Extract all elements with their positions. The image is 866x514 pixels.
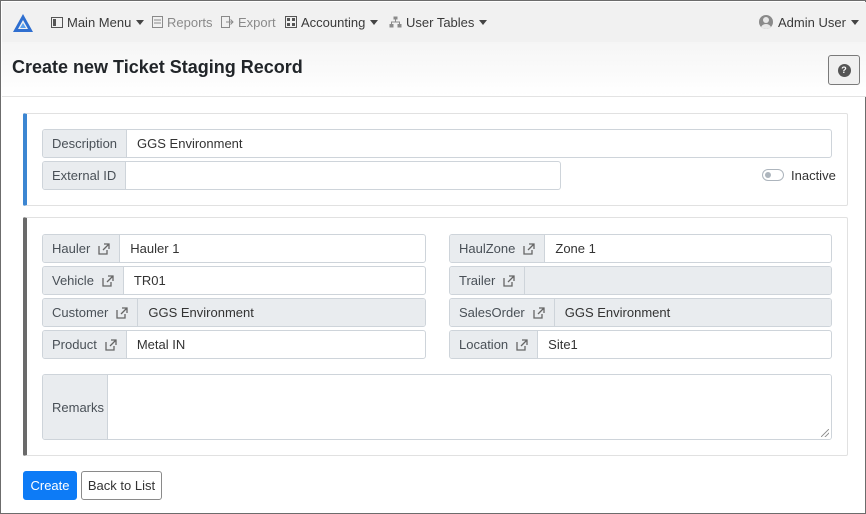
external-id-field[interactable]: External ID xyxy=(42,161,561,190)
nav-user-menu[interactable]: Admin User xyxy=(759,2,859,42)
nav-user-tables[interactable]: User Tables xyxy=(389,2,488,42)
remarks-textarea[interactable] xyxy=(108,375,831,439)
salesorder-label-text: SalesOrder xyxy=(459,305,525,320)
inactive-toggle[interactable] xyxy=(762,169,784,181)
nav-main-menu-label: Main Menu xyxy=(67,14,132,30)
calculator-icon xyxy=(285,16,297,28)
nav-reports[interactable]: Reports xyxy=(152,2,213,42)
resize-grip-icon[interactable] xyxy=(821,429,829,437)
hauler-label-text: Hauler xyxy=(52,241,91,256)
salesorder-label: SalesOrder xyxy=(450,299,555,326)
page-title: Create new Ticket Staging Record xyxy=(12,57,303,77)
vehicle-field[interactable]: Vehicle TR01 xyxy=(42,266,426,295)
location-input[interactable]: Site1 xyxy=(538,331,831,358)
remarks-field[interactable]: Remarks xyxy=(42,374,832,440)
user-avatar-icon xyxy=(759,15,773,29)
vehicle-label: Vehicle xyxy=(43,267,124,294)
salesorder-field[interactable]: SalesOrder GGS Environment xyxy=(449,298,832,327)
external-link-icon[interactable] xyxy=(116,306,129,319)
inactive-label: Inactive xyxy=(791,168,836,183)
list-icon xyxy=(51,16,63,28)
customer-field[interactable]: Customer GGS Environment xyxy=(42,298,426,327)
nav-export[interactable]: Export xyxy=(221,2,276,42)
external-link-icon[interactable] xyxy=(102,274,114,287)
haulzone-field[interactable]: HaulZone Zone 1 xyxy=(449,234,832,263)
vehicle-label-text: Vehicle xyxy=(52,273,94,288)
nav-reports-label: Reports xyxy=(167,14,213,30)
description-field[interactable]: Description GGS Environment xyxy=(42,129,832,158)
nav-accounting-label: Accounting xyxy=(301,14,366,30)
external-link-icon[interactable] xyxy=(503,274,516,287)
external-link-icon[interactable] xyxy=(523,242,536,255)
chevron-down-icon xyxy=(850,19,859,25)
report-icon xyxy=(152,16,163,28)
navbar: Main Menu Reports Export Accounting User… xyxy=(2,2,866,42)
external-link-icon[interactable] xyxy=(98,242,110,255)
location-field[interactable]: Location Site1 xyxy=(449,330,832,359)
chevron-down-icon xyxy=(370,19,379,25)
create-button[interactable]: Create xyxy=(23,471,77,500)
haulzone-input[interactable]: Zone 1 xyxy=(545,235,831,262)
trailer-field[interactable]: Trailer xyxy=(449,266,832,295)
nav-export-label: Export xyxy=(238,14,276,30)
vehicle-input[interactable]: TR01 xyxy=(124,267,425,294)
customer-label-text: Customer xyxy=(52,305,109,320)
trailer-label: Trailer xyxy=(450,267,526,294)
chevron-down-icon xyxy=(479,19,488,25)
export-icon xyxy=(221,16,234,28)
salesorder-input: GGS Environment xyxy=(554,299,831,326)
nav-user-label: Admin User xyxy=(778,14,846,30)
sitemap-icon xyxy=(389,16,402,28)
app-frame: Main Menu Reports Export Accounting User… xyxy=(0,0,866,514)
nav-accounting[interactable]: Accounting xyxy=(285,2,379,42)
external-link-icon[interactable] xyxy=(105,338,117,351)
page-header: Create new Ticket Staging Record ? xyxy=(2,42,866,97)
customer-label: Customer xyxy=(43,299,139,326)
product-input[interactable]: Metal IN xyxy=(127,331,425,358)
location-label: Location xyxy=(450,331,539,358)
remarks-label: Remarks xyxy=(43,375,108,439)
product-field[interactable]: Product Metal IN xyxy=(42,330,426,359)
location-label-text: Location xyxy=(459,337,509,352)
trailer-input xyxy=(525,267,831,294)
nav-main-menu[interactable]: Main Menu xyxy=(51,2,145,42)
external-id-input[interactable] xyxy=(126,162,560,189)
haulzone-label-text: HaulZone xyxy=(459,241,516,256)
hauler-label: Hauler xyxy=(43,235,121,262)
external-link-icon[interactable] xyxy=(533,306,545,319)
app-logo-icon[interactable] xyxy=(12,12,34,34)
description-input[interactable]: GGS Environment xyxy=(127,130,831,157)
back-to-list-button[interactable]: Back to List xyxy=(81,471,162,500)
nav-user-tables-label: User Tables xyxy=(406,14,475,30)
general-card xyxy=(23,113,848,206)
customer-input: GGS Environment xyxy=(138,299,425,326)
chevron-down-icon xyxy=(136,19,145,25)
external-id-label: External ID xyxy=(43,162,127,189)
product-label-text: Product xyxy=(52,337,97,352)
help-button[interactable]: ? xyxy=(828,55,860,85)
trailer-label-text: Trailer xyxy=(459,273,496,288)
product-label: Product xyxy=(43,331,127,358)
haulzone-label: HaulZone xyxy=(450,235,546,262)
external-link-icon[interactable] xyxy=(516,338,528,351)
help-icon: ? xyxy=(837,63,851,77)
description-label: Description xyxy=(43,130,128,157)
hauler-field[interactable]: Hauler Hauler 1 xyxy=(42,234,426,263)
hauler-input[interactable]: Hauler 1 xyxy=(120,235,425,262)
